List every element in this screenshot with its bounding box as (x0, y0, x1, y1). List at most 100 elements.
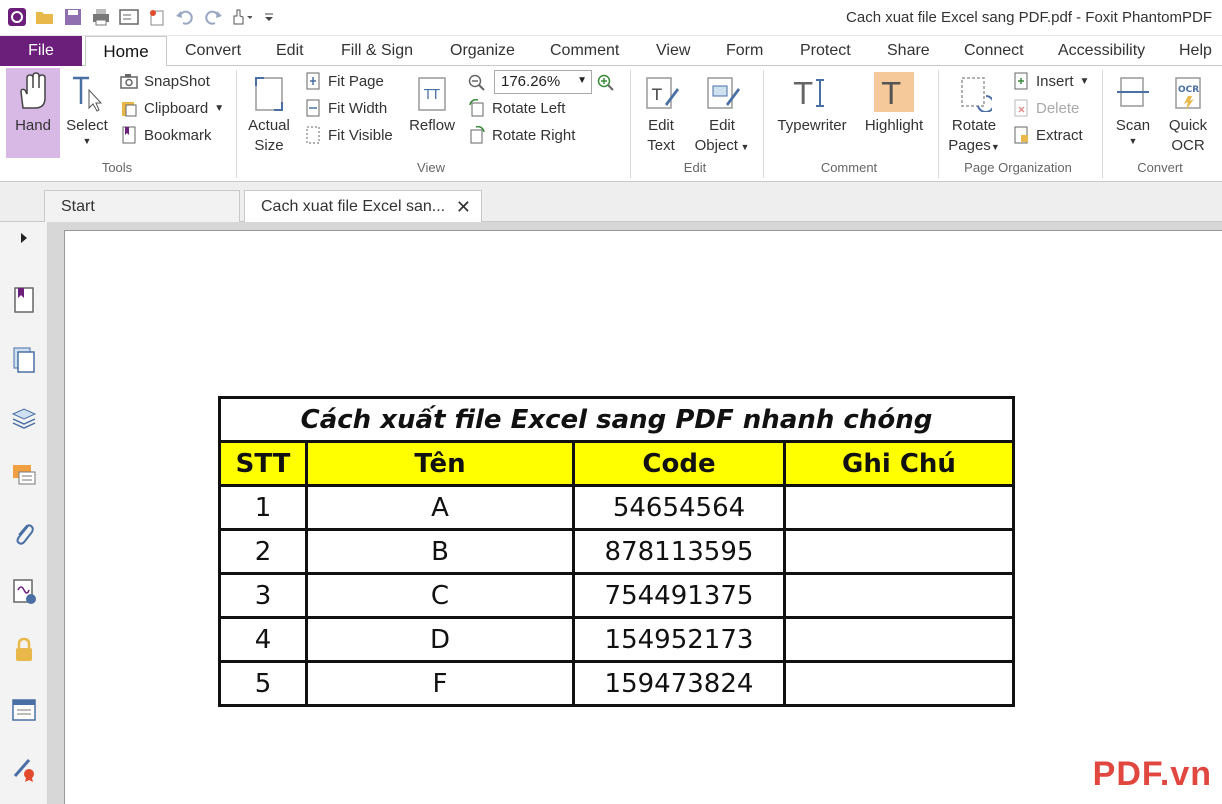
pages-panel-icon[interactable] (8, 344, 40, 376)
tab-protect[interactable]: Protect (800, 42, 851, 60)
actual-size-icon (244, 68, 294, 116)
close-icon[interactable]: ✕ (456, 197, 471, 218)
svg-text:T: T (793, 77, 813, 112)
clipboard-button[interactable]: Clipboard ▼ (120, 97, 224, 119)
fit-width-button[interactable]: Fit Width (304, 97, 387, 119)
redo-icon[interactable] (202, 6, 224, 28)
edit-object-button[interactable]: Edit Object ▼ (692, 68, 752, 157)
tab-view[interactable]: View (656, 42, 690, 60)
snapshot-button[interactable]: SnapShot (120, 70, 210, 92)
hand-icon (6, 68, 60, 116)
edit-text-icon: T (638, 68, 684, 116)
tab-share[interactable]: Share (887, 42, 930, 60)
fit-page-button[interactable]: Fit Page (304, 70, 384, 92)
fit-visible-button[interactable]: Fit Visible (304, 124, 393, 146)
security-lock-icon[interactable] (8, 634, 40, 666)
tab-connect[interactable]: Connect (964, 42, 1024, 60)
chevron-down-icon[interactable]: ▼ (577, 75, 587, 86)
extract-button[interactable]: Extract (1012, 124, 1083, 146)
cell-ghi-chu (783, 616, 1015, 663)
typewriter-button[interactable]: T Typewriter (772, 68, 852, 136)
cell-code: 154952173 (572, 616, 786, 663)
svg-text:OCR: OCR (1178, 85, 1199, 95)
reflow-icon: TT (406, 68, 458, 116)
zoom-level-input[interactable]: 176.26% ▼ (494, 70, 592, 94)
quick-ocr-button[interactable]: OCR Quick OCR (1162, 68, 1214, 156)
panel-splitter[interactable] (48, 222, 64, 804)
attachments-panel-icon[interactable] (8, 518, 40, 550)
reflow-button[interactable]: TT Reflow (406, 68, 458, 136)
cell-stt: 5 (218, 660, 308, 707)
tab-file[interactable]: File (0, 36, 82, 66)
tab-fill-sign[interactable]: Fill & Sign (341, 42, 413, 60)
undo-icon[interactable] (174, 6, 196, 28)
app-logo-icon (6, 6, 28, 28)
cell-ghi-chu (783, 660, 1015, 707)
bookmarks-panel-icon[interactable] (8, 284, 40, 316)
tab-convert[interactable]: Convert (185, 42, 241, 60)
rotate-pages-button[interactable]: Rotate Pages▼ (944, 68, 1004, 157)
layers-panel-icon[interactable] (8, 402, 40, 434)
select-button[interactable]: Select ▼ (62, 68, 112, 146)
hand-tool-dropdown-icon[interactable] (230, 6, 252, 28)
comments-panel-icon[interactable] (8, 460, 40, 492)
fit-page-icon (304, 72, 322, 90)
edit-text-button[interactable]: T Edit Text (638, 68, 684, 156)
clipboard-icon (120, 99, 138, 117)
open-icon[interactable] (34, 6, 56, 28)
customize-toolbar-icon[interactable] (258, 6, 280, 28)
rotate-right-button[interactable]: Rotate Right (468, 124, 575, 146)
rotate-left-button[interactable]: Rotate Left (468, 97, 565, 119)
bookmark-button[interactable]: Bookmark (120, 124, 212, 146)
group-separator (938, 70, 939, 178)
group-separator (236, 70, 237, 178)
header-code: Code (572, 440, 786, 487)
svg-text:TT: TT (423, 88, 440, 103)
svg-text:T: T (881, 77, 901, 112)
hand-button[interactable]: Hand (6, 68, 60, 136)
highlight-icon: T (858, 68, 930, 116)
insert-button[interactable]: Insert ▼ (1012, 70, 1089, 92)
tab-help[interactable]: Help (1179, 42, 1212, 60)
table-row: 5 F 159473824 (218, 660, 1015, 707)
ocr-icon: OCR (1162, 68, 1214, 116)
signatures-panel-icon[interactable] (8, 576, 40, 608)
tab-accessibility[interactable]: Accessibility (1058, 42, 1145, 60)
quick-access-toolbar (6, 6, 280, 28)
group-label-convert: Convert (1137, 160, 1183, 175)
zoom-out-icon (468, 74, 486, 92)
doc-tab-active[interactable]: Cach xuat file Excel san... ✕ (244, 190, 482, 222)
print-icon[interactable] (90, 6, 112, 28)
cell-code: 54654564 (572, 484, 786, 531)
properties-icon[interactable] (118, 6, 140, 28)
zoom-in-icon (597, 74, 615, 92)
cell-ghi-chu (783, 528, 1015, 575)
highlight-button[interactable]: T Highlight (858, 68, 930, 136)
camera-icon (120, 72, 138, 90)
table-row: 2 B 878113595 (218, 528, 1015, 575)
table-row: 1 A 54654564 (218, 484, 1015, 531)
select-text-icon (62, 68, 112, 116)
content-panel-icon[interactable] (8, 694, 40, 726)
certificate-panel-icon[interactable] (8, 752, 40, 784)
tab-form[interactable]: Form (726, 42, 763, 60)
svg-text:T: T (651, 85, 662, 104)
tab-organize[interactable]: Organize (450, 42, 515, 60)
zoom-in-button[interactable] (597, 72, 615, 94)
scan-button[interactable]: Scan ▼ (1110, 68, 1156, 146)
actual-size-button[interactable]: Actual Size (244, 68, 294, 156)
document-table: Cách xuất file Excel sang PDF nhanh chón… (218, 396, 1015, 707)
delete-button[interactable]: Delete (1012, 97, 1079, 119)
tab-comment[interactable]: Comment (550, 42, 619, 60)
cell-code: 159473824 (572, 660, 786, 707)
tab-edit[interactable]: Edit (276, 42, 304, 60)
header-ghi-chu: Ghi Chú (783, 440, 1015, 487)
tab-home[interactable]: Home (85, 36, 167, 67)
expand-panel-icon[interactable] (8, 226, 40, 250)
doc-tab-start[interactable]: Start (44, 190, 240, 222)
save-icon[interactable] (62, 6, 84, 28)
cell-ten: A (305, 484, 575, 531)
chevron-down-icon: ▼ (214, 102, 225, 114)
new-icon[interactable] (146, 6, 168, 28)
zoom-out-button[interactable] (468, 72, 486, 94)
